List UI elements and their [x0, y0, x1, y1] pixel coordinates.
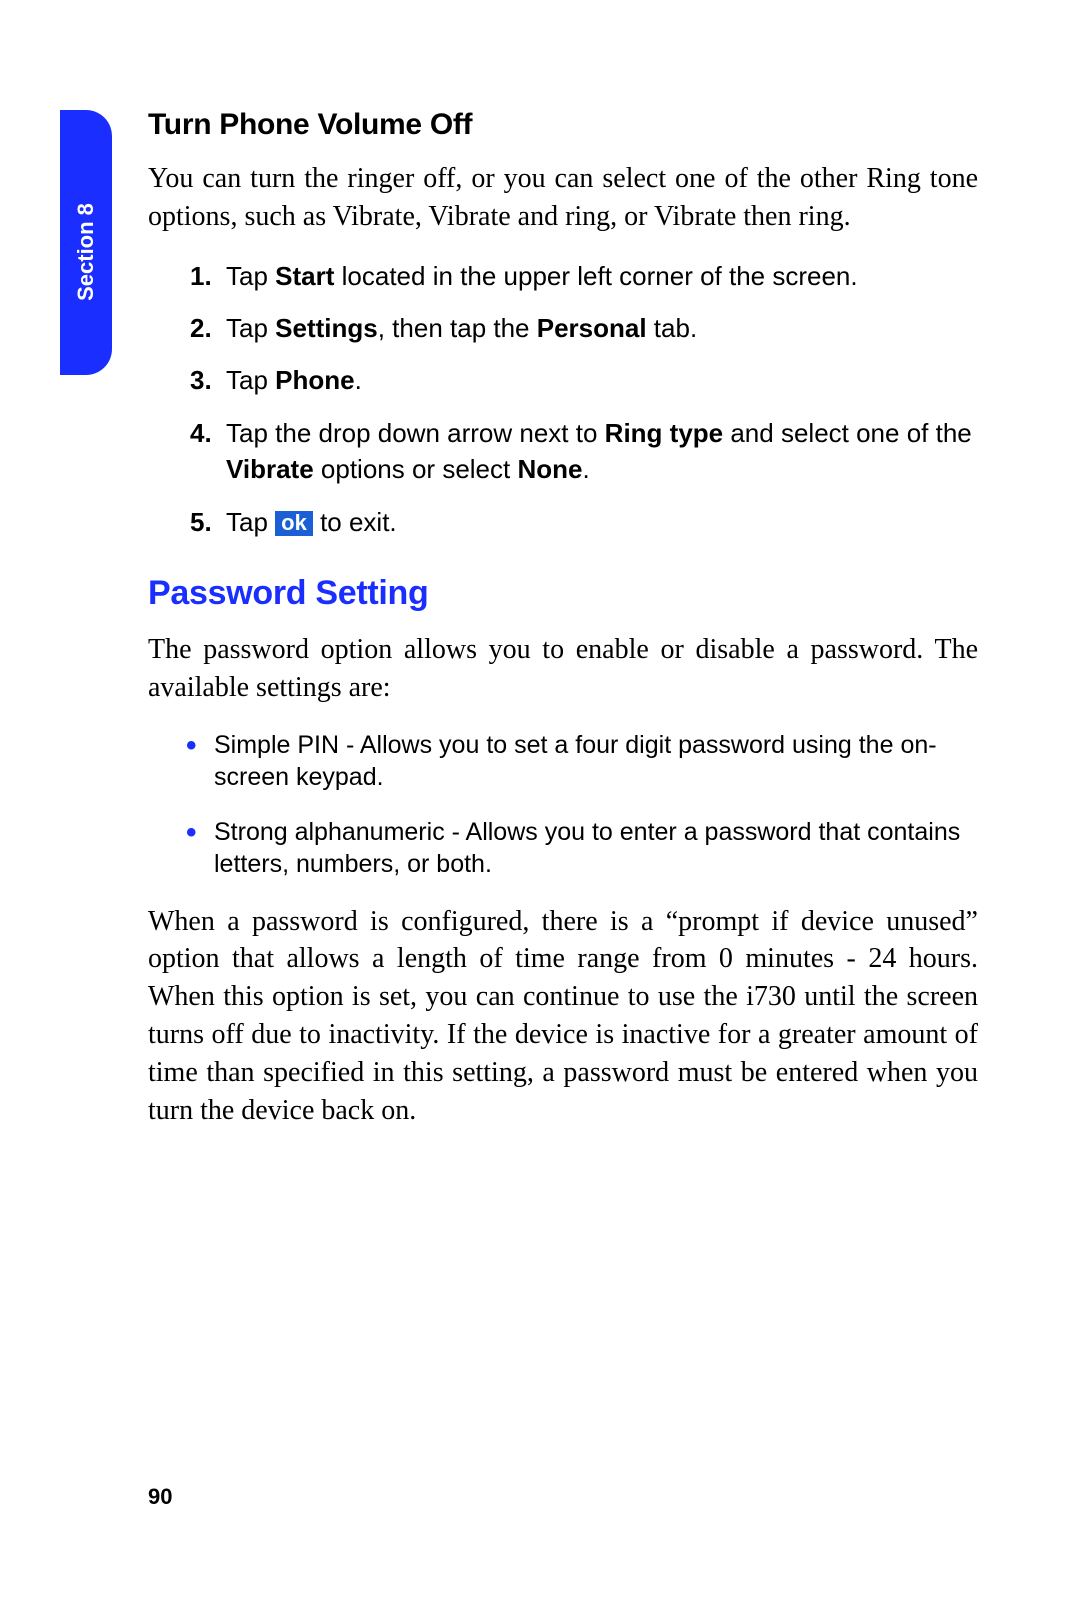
steps-list: Tap Start located in the upper left corn… — [148, 258, 978, 540]
step-4: Tap the drop down arrow next to Ring typ… — [190, 415, 978, 488]
step-2: Tap Settings, then tap the Personal tab. — [190, 310, 978, 346]
step-text: options or select — [314, 454, 518, 484]
section-tab-label: Section 8 — [73, 203, 99, 301]
manual-page: Section 8 Turn Phone Volume Off You can … — [0, 0, 1080, 1622]
step-text: and select one of the — [723, 418, 972, 448]
step-text: Tap — [226, 261, 275, 291]
bullet-list: Simple PIN - Allows you to set a four di… — [148, 729, 978, 881]
step-bold: Ring type — [605, 418, 723, 448]
step-text: to exit. — [313, 507, 397, 537]
step-text: Tap — [226, 365, 275, 395]
step-text: , then tap the — [378, 313, 537, 343]
step-bold: Personal — [537, 313, 647, 343]
step-text: located in the upper left corner of the … — [334, 261, 857, 291]
content-area: Turn Phone Volume Off You can turn the r… — [148, 108, 978, 1151]
step-bold: Start — [275, 261, 334, 291]
step-text: Tap the drop down arrow next to — [226, 418, 605, 448]
step-text: Tap — [226, 507, 275, 537]
bullet-simple-pin: Simple PIN - Allows you to set a four di… — [210, 729, 978, 794]
ok-icon: ok — [275, 511, 313, 536]
step-text: tab. — [647, 313, 698, 343]
step-text: . — [355, 365, 362, 395]
bullet-strong-alphanumeric: Strong alphanumeric - Allows you to ente… — [210, 816, 978, 881]
step-text: . — [582, 454, 589, 484]
intro-paragraph: You can turn the ringer off, or you can … — [148, 160, 978, 236]
step-text: Tap — [226, 313, 275, 343]
step-bold: None — [517, 454, 582, 484]
step-3: Tap Phone. — [190, 362, 978, 398]
section-heading-password-setting: Password Setting — [148, 574, 978, 613]
password-detail-paragraph: When a password is configured, there is … — [148, 903, 978, 1130]
step-bold: Phone — [275, 365, 354, 395]
step-bold: Vibrate — [226, 454, 314, 484]
password-intro-paragraph: The password option allows you to enable… — [148, 631, 978, 707]
step-5: Tap ok to exit. — [190, 504, 978, 540]
step-1: Tap Start located in the upper left corn… — [190, 258, 978, 294]
subheading-turn-phone-volume-off: Turn Phone Volume Off — [148, 108, 978, 142]
step-bold: Settings — [275, 313, 378, 343]
page-number: 90 — [148, 1484, 172, 1510]
section-tab: Section 8 — [60, 110, 112, 375]
